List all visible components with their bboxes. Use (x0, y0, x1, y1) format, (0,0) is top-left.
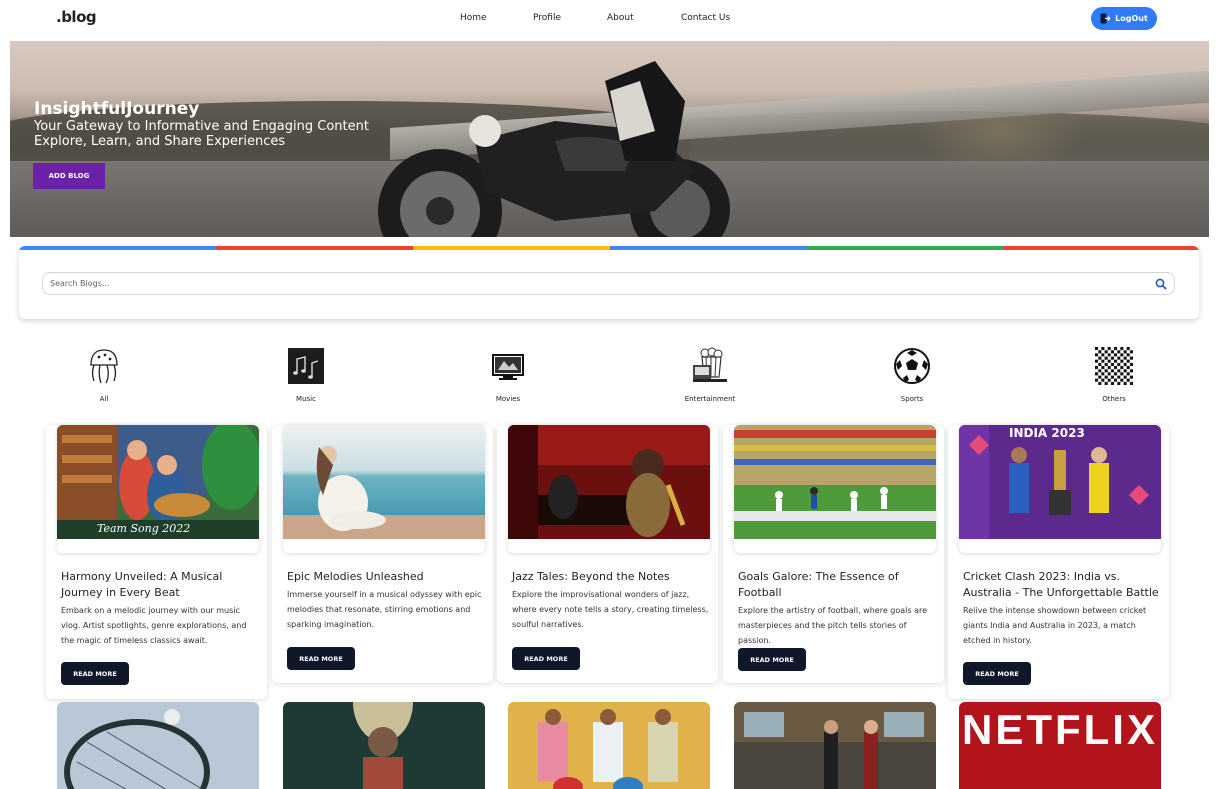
card-image-frame (734, 425, 936, 553)
read-more-button[interactable]: READ MORE (61, 662, 129, 685)
category-label: Others (1102, 395, 1126, 403)
card-image-frame (283, 425, 485, 553)
card-title[interactable]: Epic Melodies Unleashed (287, 569, 483, 585)
card-image (734, 702, 936, 789)
card-description: Immerse yourself in a musical odyssey wi… (287, 590, 482, 629)
nav-contact-link[interactable]: Contact Us (681, 13, 730, 23)
netflix-card-image: NETFLIX (959, 702, 1161, 789)
card-image (283, 425, 485, 539)
hero-title: InsightfulJourney (34, 99, 200, 119)
logout-icon (1100, 13, 1111, 24)
category-label: Entertainment (684, 395, 736, 403)
blog-card: Epic Melodies Unleashed Immerse yourself… (272, 425, 493, 683)
hero-subtitle-2: Explore, Learn, and Share Experiences (34, 134, 286, 149)
card-image (508, 425, 710, 539)
read-more-button[interactable]: READ MORE (512, 647, 580, 670)
soccer-ball-icon (894, 348, 930, 384)
accent-stripe (807, 246, 1004, 250)
search-icon[interactable] (1155, 278, 1167, 290)
blog-card: INDIA 2023 Cricket Clash 2023: India vs.… (948, 425, 1169, 699)
category-label: Movies (495, 395, 521, 403)
card-image: INDIA 2023 (959, 425, 1161, 539)
logout-button[interactable]: LogOut (1091, 7, 1157, 30)
category-movies[interactable]: Movies (468, 347, 548, 403)
search-box (42, 272, 1175, 295)
card-image (508, 702, 710, 789)
checker-icon (1095, 347, 1133, 385)
accent-stripe (19, 246, 216, 250)
category-music[interactable]: Music (266, 347, 346, 403)
card-image-caption: INDIA 2023 (1009, 426, 1085, 440)
blog-card: Jazz Tales: Beyond the Notes Explore the… (497, 425, 718, 683)
category-label: Music (296, 395, 316, 403)
card-description: Explore the artistry of football, where … (738, 606, 928, 645)
card-image (57, 702, 259, 789)
accent-stripe (1004, 246, 1199, 250)
card-image (283, 702, 485, 789)
card-image-frame (508, 425, 710, 553)
card-image: Team Song 2022 (57, 425, 259, 539)
netflix-logo-text: NETFLIX (962, 706, 1158, 753)
card-title[interactable]: Cricket Clash 2023: India vs. Australia … (963, 569, 1159, 601)
card-image-frame: Team Song 2022 (57, 425, 259, 553)
card-image (734, 425, 936, 539)
category-others[interactable]: Others (1074, 347, 1154, 403)
logout-label: LogOut (1115, 14, 1148, 23)
blog-card: Team Song 2022 Harmony Unveiled: A Music… (46, 425, 267, 699)
category-label: All (99, 395, 109, 403)
navbar: .blog Home Profile About Contact Us LogO… (0, 0, 1218, 40)
hero-text: InsightfulJourney Your Gateway to Inform… (34, 99, 369, 149)
card-title[interactable]: Jazz Tales: Beyond the Notes (512, 569, 708, 585)
read-more-button[interactable]: READ MORE (287, 647, 355, 670)
category-all[interactable]: All (64, 347, 144, 403)
jellyfish-icon (90, 349, 118, 384)
nav-profile-link[interactable]: Profile (533, 13, 561, 23)
accent-stripe (413, 246, 610, 250)
nav-about-link[interactable]: About (607, 13, 634, 23)
read-more-button[interactable]: READ MORE (963, 662, 1031, 685)
category-sports[interactable]: Sports (872, 347, 952, 403)
search-input[interactable] (43, 273, 1123, 294)
motorcycle-image (378, 61, 730, 237)
search-card (19, 246, 1199, 319)
card-image-caption: Team Song 2022 (97, 522, 190, 535)
popcorn-icon (693, 347, 727, 382)
card-description: Explore the improvisational wonders of j… (512, 590, 709, 629)
card-title[interactable]: Goals Galore: The Essence of Football (738, 569, 934, 601)
category-entertainment[interactable]: Entertainment (670, 347, 750, 403)
add-blog-button[interactable]: ADD BLOG (33, 163, 105, 189)
blog-card: Goals Galore: The Essence of Football Ex… (723, 425, 944, 683)
monitor-icon (492, 354, 524, 380)
read-more-button[interactable]: READ MORE (738, 648, 806, 671)
category-label: Sports (900, 395, 924, 403)
accent-stripe (610, 246, 807, 250)
hero-subtitle-1: Your Gateway to Informative and Engaging… (34, 119, 369, 134)
card-title[interactable]: Harmony Unveiled: A Musical Journey in E… (61, 569, 257, 601)
card-description: Relive the intense showdown between cric… (963, 606, 1147, 645)
card-description: Embark on a melodic journey with our mus… (61, 606, 247, 645)
music-notes-icon (288, 348, 324, 384)
nav-links: Home Profile About Contact Us (0, 13, 1218, 27)
accent-stripe (216, 246, 413, 250)
card-image-frame: INDIA 2023 (959, 425, 1161, 553)
hero-banner: InsightfulJourney Your Gateway to Inform… (10, 41, 1209, 237)
nav-home-link[interactable]: Home (460, 13, 487, 23)
